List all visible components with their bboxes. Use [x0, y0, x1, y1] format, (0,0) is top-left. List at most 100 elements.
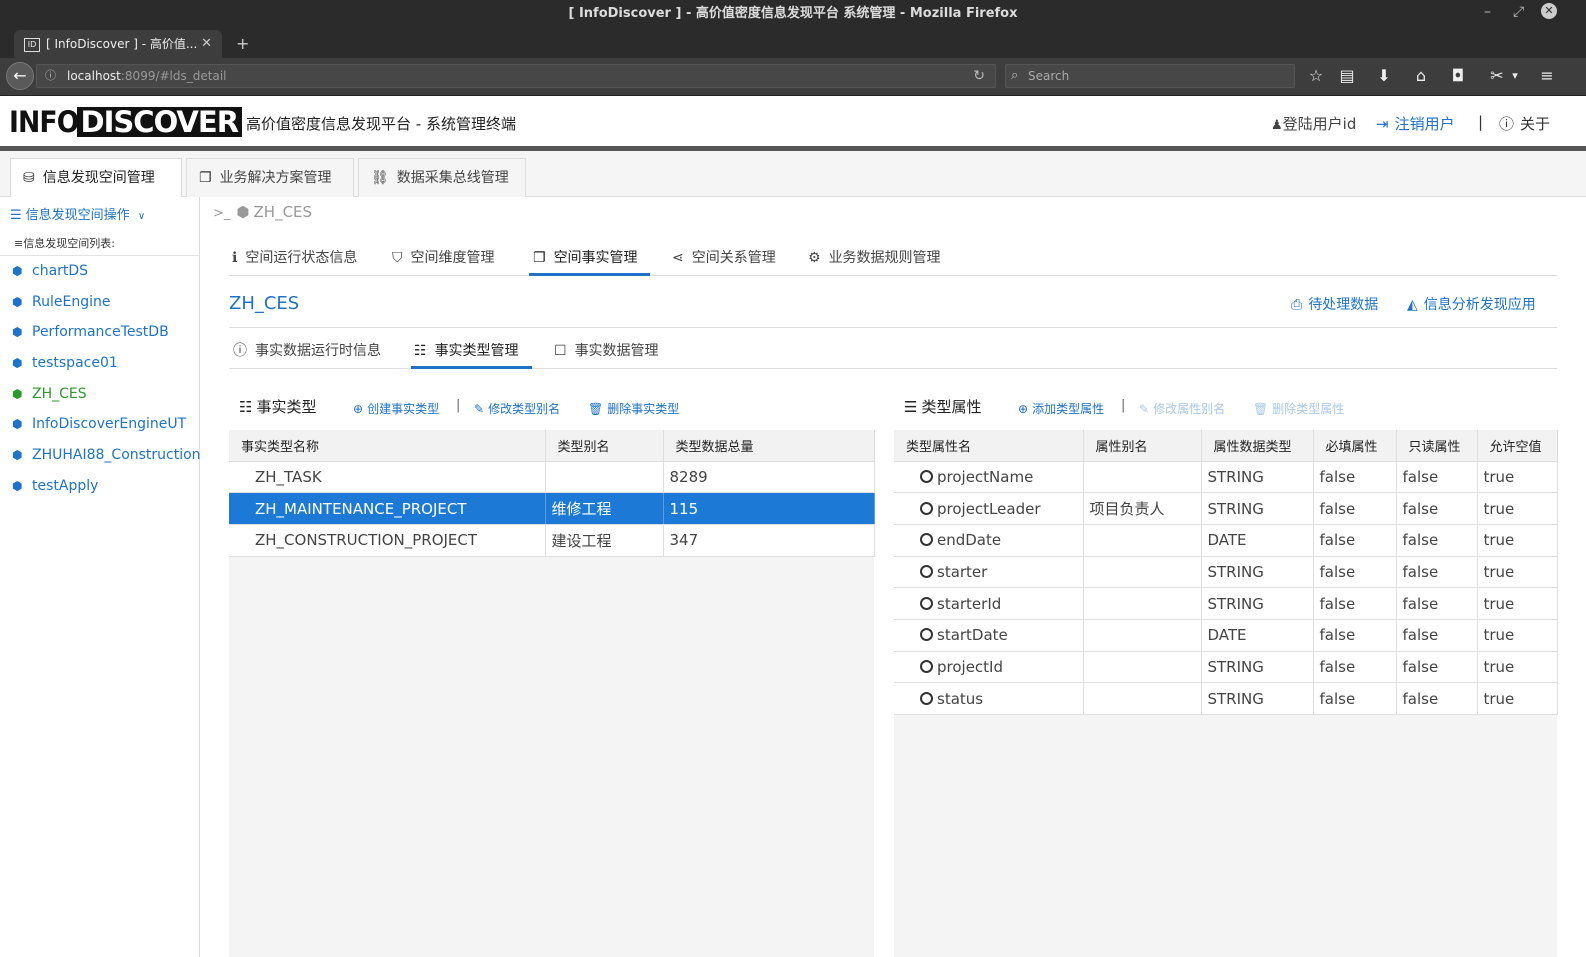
new-tab-icon[interactable]: +	[236, 34, 249, 53]
add-type-property-button[interactable]: ⊕ 添加类型属性	[1018, 400, 1104, 417]
sidebar-item-zhuhai88-construction[interactable]: ⬢ ZHUHAI88_Construction	[12, 447, 201, 463]
table-row[interactable]: ZH_TASK 8289	[229, 461, 875, 494]
prop-data-type: STRING	[1201, 682, 1314, 715]
url-host: localhost	[67, 69, 121, 83]
sidebar: ☰ 信息发现空间操作 ∨ ≡信息发现空间列表: ⬢ chartDS ⬢ RuleEng…	[0, 197, 201, 957]
prop-name: projectName	[937, 467, 1034, 486]
table-row[interactable]: startDate DATE false false true	[894, 619, 1558, 652]
browser-tab[interactable]: ID [ InfoDiscover ] - 高价值... ✕	[14, 30, 222, 58]
download-icon[interactable]: ⬇	[1373, 66, 1395, 85]
prop-data-type: STRING	[1201, 461, 1314, 494]
prop-alias	[1083, 461, 1202, 494]
column-header[interactable]: 只读属性	[1396, 430, 1478, 462]
maximize-icon[interactable]: ⤢	[1513, 4, 1524, 20]
tab-space-relation[interactable]: ⋖ 空间关系管理	[672, 247, 776, 267]
tab-business-rule[interactable]: ⚙ 业务数据规则管理	[808, 247, 941, 267]
prop-name-cell: status	[894, 682, 1084, 715]
prop-required: false	[1313, 682, 1397, 715]
table-row[interactable]: starterId STRING false false true	[894, 587, 1558, 620]
prop-required: false	[1313, 651, 1397, 684]
browser-tab-title: [ InfoDiscover ] - 高价值...	[46, 37, 198, 51]
search-input[interactable]: ⌕ Search	[1005, 64, 1295, 88]
cube-icon: ⬢	[12, 479, 23, 493]
close-tab-icon[interactable]: ✕	[201, 30, 212, 58]
bookmark-star-icon[interactable]: ☆	[1305, 66, 1327, 85]
sidebar-item-testapply[interactable]: ⬢ testApply	[12, 478, 98, 494]
pending-data-link[interactable]: ⎙ 待处理数据	[1291, 294, 1378, 314]
column-header[interactable]: 事实类型名称	[229, 430, 546, 462]
cube-icon: ⬢	[12, 325, 23, 339]
sidebar-item-performancetestdb[interactable]: ⬢ PerformanceTestDB	[12, 324, 169, 340]
prop-nullable: true	[1477, 651, 1558, 684]
column-header[interactable]: 类型别名	[545, 430, 664, 462]
reload-icon[interactable]: ↻	[973, 65, 985, 87]
close-window-icon[interactable]: ✕	[1541, 3, 1557, 19]
clone-icon: ❐	[199, 170, 212, 186]
rename-fact-type-button[interactable]: ✎ 修改类型别名	[474, 400, 560, 417]
column-header[interactable]: 属性别名	[1083, 430, 1202, 462]
area-chart-icon: ◭	[1407, 297, 1418, 313]
table-row[interactable]: starter STRING false false true	[894, 556, 1558, 589]
sidebar-item-infodiscoverengineut[interactable]: ⬢ InfoDiscoverEngineUT	[12, 416, 186, 432]
minimize-icon[interactable]: –	[1484, 4, 1491, 20]
tab-label: 业务数据规则管理	[828, 250, 941, 266]
column-header[interactable]: 必填属性	[1313, 430, 1397, 462]
table-row[interactable]: ZH_MAINTENANCE_PROJECT 维修工程 115	[229, 492, 875, 525]
column-header[interactable]: 允许空值	[1477, 430, 1558, 462]
info-circle-icon: ⓘ	[1499, 115, 1515, 133]
column-header[interactable]: 类型数据总量	[663, 430, 875, 462]
tab-fact-type-management[interactable]: ☷ 事实类型管理	[414, 340, 519, 360]
bars-icon: ≡	[14, 237, 24, 250]
table-row[interactable]: status STRING false false true	[894, 682, 1558, 715]
rename-property-button[interactable]: ✎ 修改属性别名	[1139, 400, 1225, 417]
tab-info-space-management[interactable]: ⛁ 信息发现空间管理	[10, 158, 182, 198]
home-icon[interactable]: ⌂	[1410, 66, 1432, 85]
tasks-icon: ☷	[239, 398, 253, 416]
delete-label: 删除事实类型	[607, 402, 680, 416]
column-header[interactable]: 属性数据类型	[1201, 430, 1314, 462]
table-row[interactable]: projectName STRING false false true	[894, 461, 1558, 494]
create-fact-type-button[interactable]: ⊕ 创建事实类型	[353, 400, 439, 417]
tab-space-fact[interactable]: ❐ 空间事实管理	[533, 247, 638, 267]
hamburger-menu-icon[interactable]: ≡	[1536, 66, 1558, 85]
sidebar-item-label: ZHUHAI88_Construction	[32, 447, 201, 463]
table-row[interactable]: projectId STRING false false true	[894, 651, 1558, 684]
tab-space-runtime-status[interactable]: ℹ 空间运行状态信息	[232, 247, 357, 267]
browser-tabbar: ID [ InfoDiscover ] - 高价值... ✕ +	[0, 28, 1586, 58]
prop-name: projectLeader	[937, 499, 1041, 518]
sidebar-item-chartds[interactable]: ⬢ chartDS	[12, 263, 88, 279]
prop-readonly: false	[1396, 556, 1478, 589]
sidebar-item-zh-ces[interactable]: ⬢ ZH_CES	[12, 386, 87, 402]
chevron-down-icon[interactable]: ▾	[1504, 69, 1526, 82]
tab-business-solution-management[interactable]: ❐ 业务解决方案管理	[186, 158, 354, 197]
tab-fact-runtime-info[interactable]: ⓘ 事实数据运行时信息	[233, 340, 381, 360]
about-link[interactable]: ⓘ 关于	[1499, 113, 1550, 134]
delete-property-button[interactable]: 🗑 删除类型属性	[1253, 400, 1344, 417]
analysis-app-link[interactable]: ◭ 信息分析发现应用	[1407, 294, 1536, 314]
logout-link[interactable]: ⇥ 注销用户	[1376, 113, 1455, 134]
sidebar-item-ruleengine[interactable]: ⬢ RuleEngine	[12, 294, 110, 310]
prop-required: false	[1313, 619, 1397, 652]
pocket-icon[interactable]: ◘	[1447, 66, 1469, 85]
logo-info: INFO	[9, 105, 79, 139]
info-circle-icon[interactable]: ⓘ	[45, 65, 56, 87]
prop-name-cell: projectName	[894, 461, 1084, 494]
space-operations-dropdown[interactable]: ☰ 信息发现空间操作 ∨	[10, 204, 145, 223]
tab-label: 业务解决方案管理	[219, 170, 332, 186]
column-header[interactable]: 类型属性名	[894, 430, 1084, 462]
url-bar[interactable]: ⓘ localhost:8099/#lds_detail ↻	[36, 64, 996, 88]
table-row[interactable]: ZH_CONSTRUCTION_PROJECT 建设工程 347	[229, 524, 875, 557]
delete-fact-type-button[interactable]: 🗑 删除事实类型	[588, 400, 679, 417]
reading-list-icon[interactable]: ▤	[1336, 66, 1358, 85]
back-button[interactable]: ←	[6, 62, 34, 90]
tab-data-bus-management[interactable]: ⛓ 数据采集总线管理	[358, 158, 526, 197]
tab-fact-data-management[interactable]: ☐ 事实数据管理	[554, 340, 659, 360]
sidebar-item-testspace01[interactable]: ⬢ testspace01	[12, 355, 118, 371]
table-row[interactable]: projectLeader 项目负责人 STRING false false true	[894, 492, 1558, 525]
window-titlebar: [ InfoDiscover ] - 高价值密度信息发现平台 系统管理 - Mo…	[0, 0, 1586, 28]
table-row[interactable]: endDate DATE false false true	[894, 524, 1558, 557]
type-props-title: ☰ 类型属性	[904, 396, 981, 417]
prop-name-cell: starter	[894, 556, 1084, 589]
square-icon: ☐	[554, 343, 567, 359]
tab-space-dimension[interactable]: ⛉ 空间维度管理	[392, 247, 495, 267]
